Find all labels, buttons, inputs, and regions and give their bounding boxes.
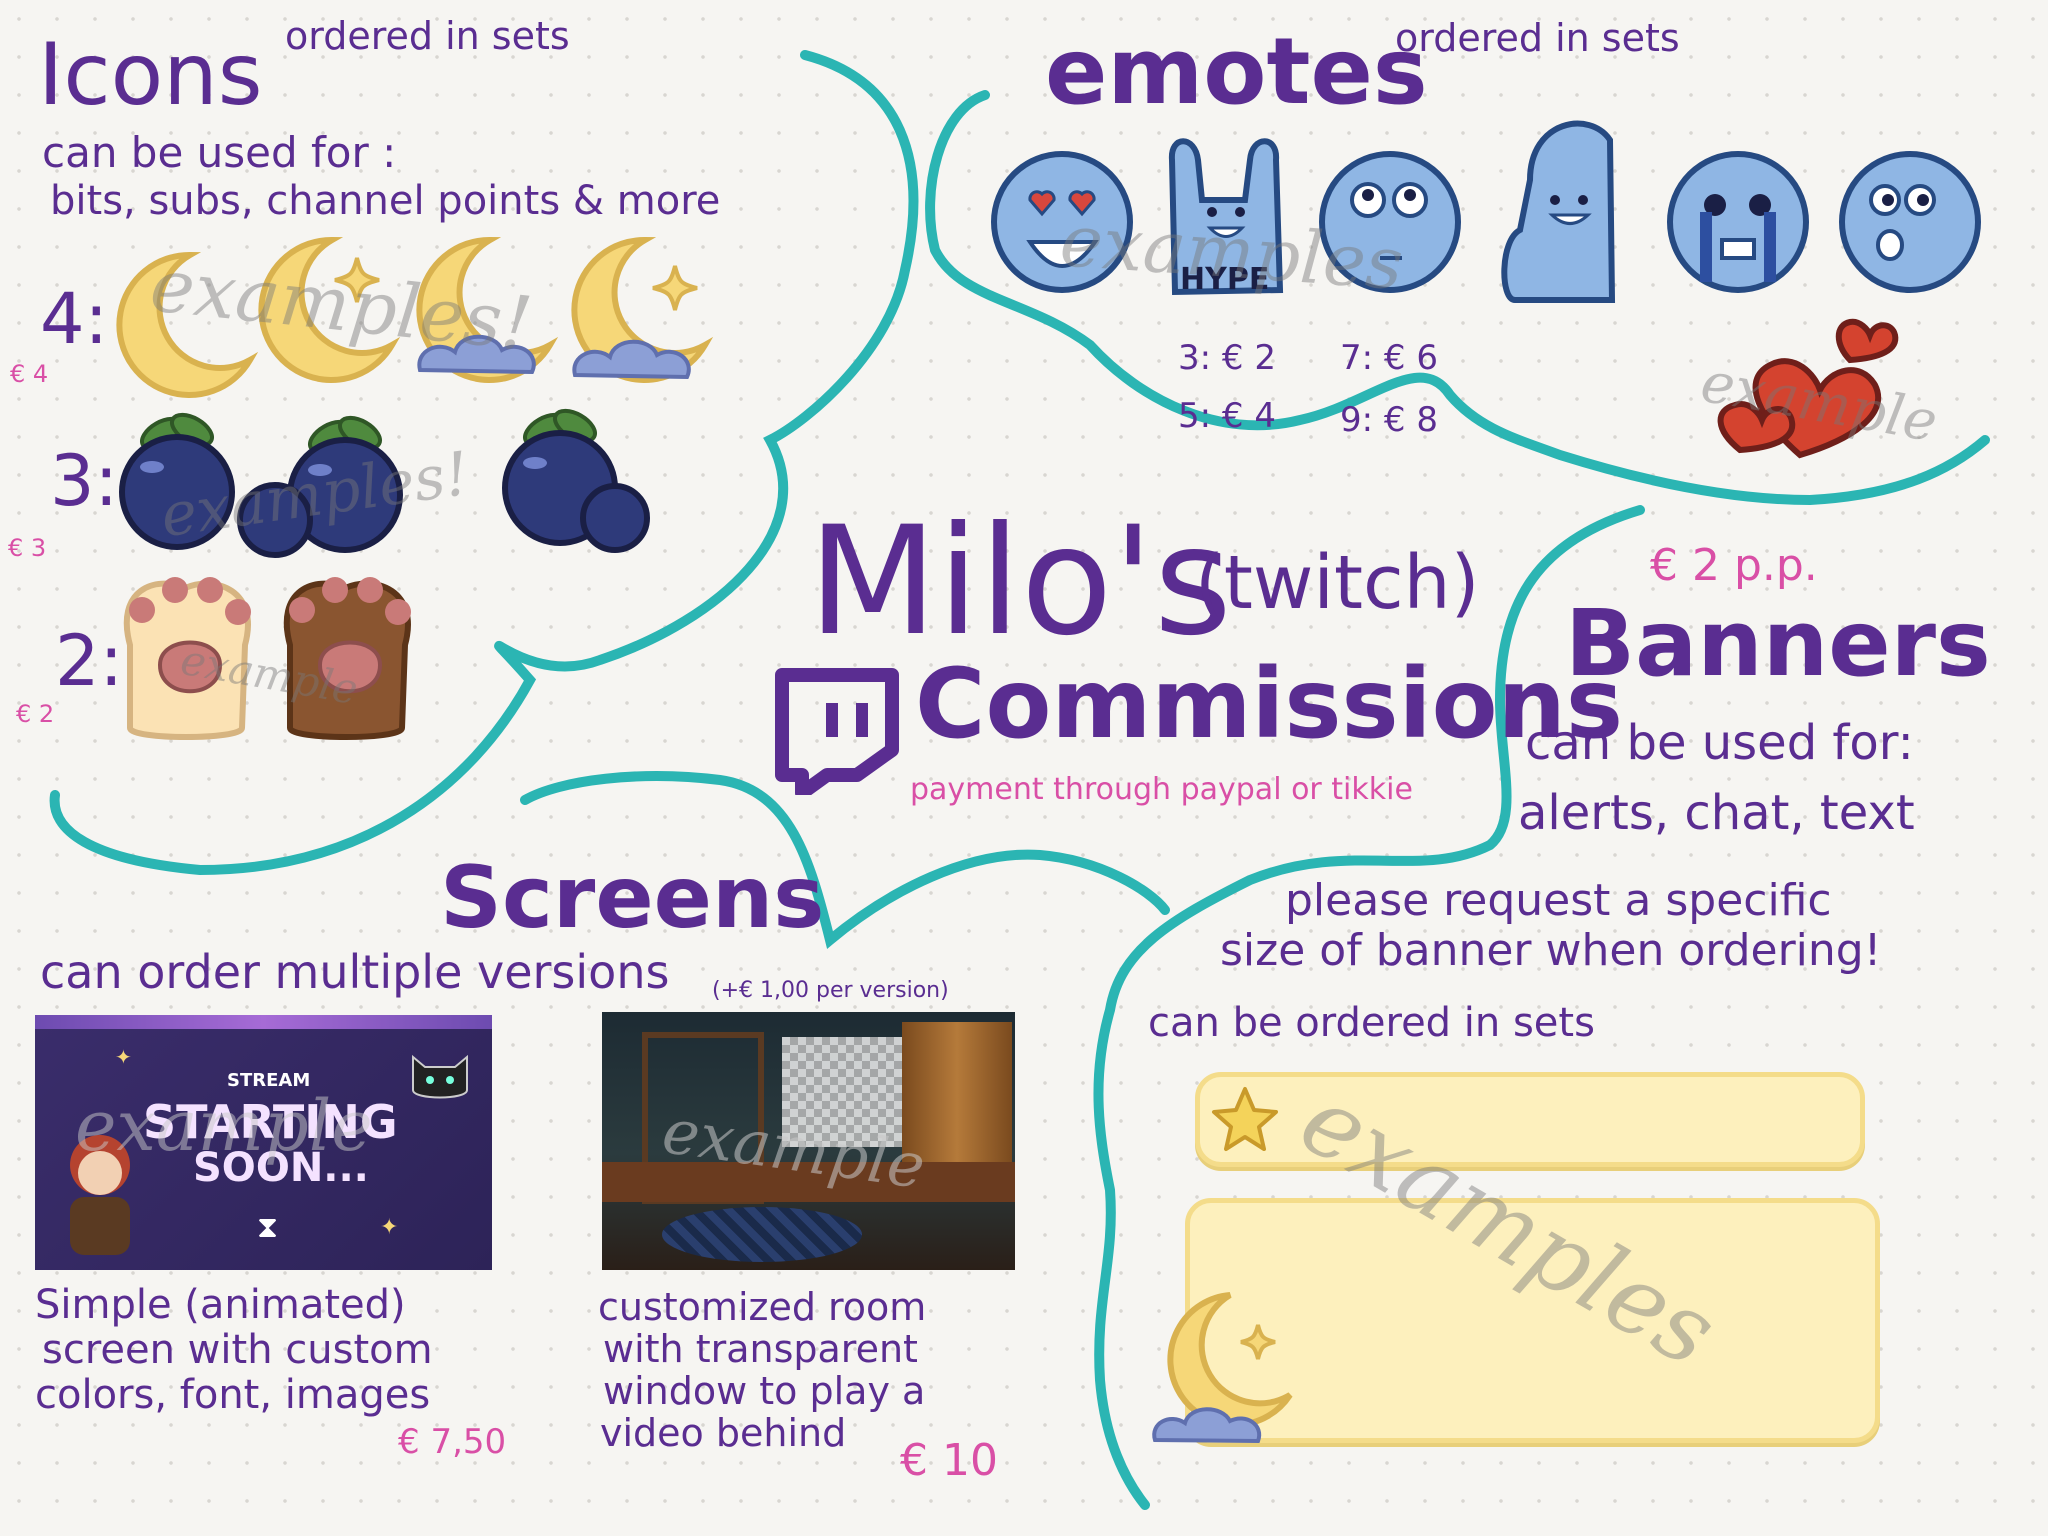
banner-example-small <box>1195 1072 1865 1167</box>
cat-icon <box>412 1054 468 1099</box>
hype-text: HYPE <box>1180 262 1270 297</box>
emote-price-7: 7: € 6 <box>1340 338 1438 378</box>
banners-title: Banners <box>1565 590 1991 697</box>
screen-example-starting-soon: STREAM STARTING SOON... ⧗ ✦ ✦ example <box>35 1015 492 1270</box>
emote-face-icon <box>1839 151 1981 293</box>
screen2-desc-line4: video behind <box>600 1411 847 1455</box>
emote-face-icon <box>1319 151 1461 293</box>
screen1-stream-label: STREAM <box>227 1070 311 1091</box>
sparkle-icon: ✦ <box>115 1045 132 1069</box>
screen1-desc-line1: Simple (animated) <box>35 1282 406 1328</box>
star-icon <box>1212 1087 1278 1151</box>
banners-price: € 2 p.p. <box>1650 540 1818 591</box>
twitch-logo-icon <box>775 668 899 795</box>
banner-moon-icon <box>1152 1292 1293 1444</box>
emote-price-9: 9: € 8 <box>1340 400 1438 440</box>
banners-usage-line1: can be used for: <box>1525 715 1914 771</box>
screen1-soon-label: SOON... <box>193 1145 369 1191</box>
screen2-desc-line1: customized room <box>598 1285 927 1329</box>
banners-sets-note: can be ordered in sets <box>1148 1000 1595 1046</box>
emote-face-icon <box>991 151 1133 293</box>
emote-face-icon <box>1501 120 1616 303</box>
main-subtitle: (twitch) <box>1195 540 1480 626</box>
hourglass-icon: ⧗ <box>257 1210 279 1245</box>
main-title: Milo's <box>808 495 1232 669</box>
screen2-price: € 10 <box>900 1435 998 1486</box>
screen2-desc-line3: window to play a <box>603 1369 926 1413</box>
avatar-character <box>70 1135 130 1255</box>
commissions-title: Commissions <box>915 648 1623 760</box>
emote-price-5: 5: € 4 <box>1178 396 1276 436</box>
screens-title: Screens <box>440 848 825 948</box>
emote-price-3: 3: € 2 <box>1178 338 1276 378</box>
screen1-price: € 7,50 <box>398 1422 507 1462</box>
screen1-desc-line2: screen with custom <box>42 1327 433 1373</box>
screen1-starting-label: STARTING <box>143 1095 398 1149</box>
heart-icon <box>1717 318 1899 459</box>
banners-request-line1: please request a specific <box>1285 875 1832 926</box>
screen2-desc-line2: with transparent <box>603 1327 918 1371</box>
screen1-desc-line3: colors, font, images <box>35 1372 431 1418</box>
payment-note: payment through paypal or tikkie <box>910 772 1413 807</box>
sparkle-icon: ✦ <box>380 1215 399 1240</box>
banners-usage-line2: alerts, chat, text <box>1518 785 1915 841</box>
screens-usage: can order multiple versions <box>40 945 670 999</box>
banners-request-line2: size of banner when ordering! <box>1220 925 1882 976</box>
screen-example-room: example <box>602 1012 1015 1270</box>
emote-face-icon <box>1667 151 1809 293</box>
screens-extra-price: (+€ 1,00 per version) <box>712 978 949 1003</box>
